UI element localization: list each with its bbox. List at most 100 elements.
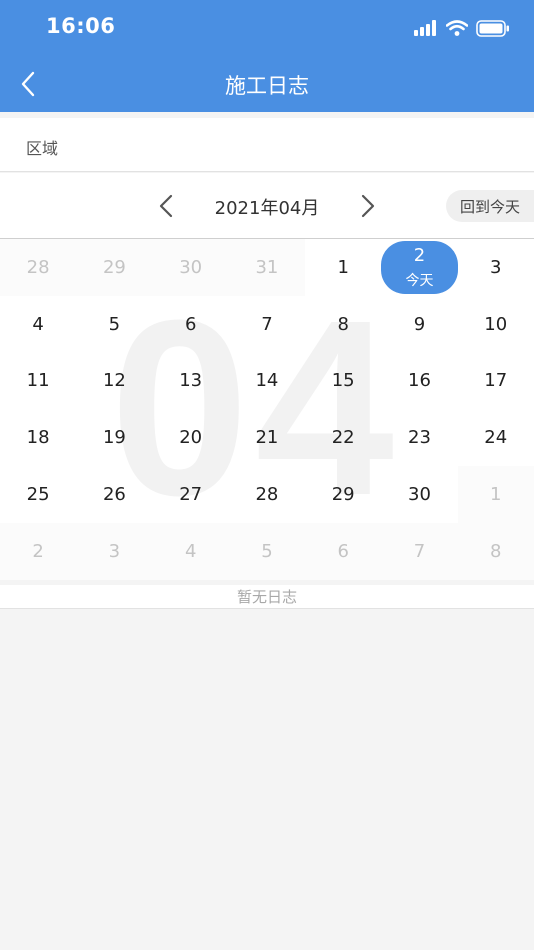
day-number: 3 — [490, 256, 502, 278]
region-label: 区域 — [26, 139, 59, 158]
calendar-day[interactable]: 26 — [76, 466, 152, 523]
day-number: 8 — [337, 313, 349, 335]
calendar-day[interactable]: 1 — [457, 466, 534, 523]
calendar-day[interactable]: 25 — [0, 466, 76, 523]
calendar-day[interactable]: 27 — [153, 466, 229, 523]
day-number: 28 — [255, 484, 279, 506]
next-month-button[interactable] — [354, 192, 382, 220]
day-number: 18 — [26, 427, 50, 449]
calendar-day[interactable]: 30 — [152, 239, 229, 296]
calendar-day[interactable]: 23 — [381, 409, 457, 466]
day-number: 5 — [108, 313, 121, 335]
calendar-day[interactable]: 14 — [229, 353, 305, 410]
day-number: 16 — [408, 370, 431, 392]
day-number: 8 — [490, 540, 502, 562]
today-label: 今天 — [405, 272, 434, 289]
signal-icon — [414, 20, 436, 36]
day-number: 23 — [408, 427, 431, 449]
day-number: 17 — [484, 370, 508, 392]
day-number: 11 — [26, 370, 50, 392]
day-number: 19 — [102, 427, 126, 449]
calendar-day[interactable]: 17 — [458, 353, 534, 410]
day-number: 26 — [102, 484, 126, 506]
calendar-day[interactable]: 15 — [305, 353, 381, 410]
calendar-day[interactable]: 18 — [0, 409, 76, 466]
calendar-day[interactable]: 7 — [229, 296, 305, 353]
day-number: 30 — [179, 256, 203, 278]
day-number: 4 — [32, 313, 44, 335]
calendar-day[interactable]: 5 — [228, 522, 306, 580]
battery-icon — [476, 19, 509, 37]
day-number: 6 — [184, 313, 197, 335]
calendar-day[interactable]: 6 — [305, 522, 382, 580]
calendar-day[interactable]: 29 — [76, 239, 153, 296]
day-number: 1 — [490, 484, 502, 506]
day-number: 14 — [255, 370, 279, 392]
day-number: 29 — [331, 484, 355, 506]
day-number: 7 — [261, 313, 273, 335]
chevron-right-icon — [361, 194, 375, 218]
calendar-day[interactable]: 28 — [0, 239, 77, 296]
day-number: 31 — [255, 256, 279, 278]
calendar-day[interactable]: 20 — [153, 409, 229, 466]
status-time: 16:06 — [46, 14, 116, 38]
calendar-day[interactable]: 1 — [305, 239, 381, 296]
calendar-day[interactable]: 4 — [0, 296, 76, 353]
calendar-day[interactable]: 12 — [76, 353, 152, 410]
day-number: 10 — [484, 313, 508, 335]
day-number: 15 — [331, 370, 355, 392]
day-number: 30 — [408, 484, 431, 506]
calendar-day[interactable]: 29 — [305, 466, 381, 523]
calendar-day[interactable]: 2 — [0, 522, 77, 580]
calendar-day[interactable]: 7 — [381, 522, 458, 580]
calendar-day[interactable]: 8 — [457, 522, 534, 580]
calendar-day[interactable]: 13 — [153, 353, 229, 410]
day-number: 4 — [184, 540, 197, 562]
day-number: 20 — [179, 427, 203, 449]
calendar-day[interactable]: 3 — [458, 239, 534, 296]
back-to-today-button[interactable]: 回到今天 — [446, 190, 534, 222]
status-bar: 16:06 — [0, 0, 534, 56]
day-number: 5 — [261, 540, 273, 562]
empty-log-message: 暂无日志 — [0, 585, 534, 609]
day-number: 25 — [26, 484, 50, 506]
day-number: 2 — [32, 540, 44, 562]
day-number: 3 — [108, 540, 121, 562]
calendar-day[interactable]: 31 — [228, 239, 306, 296]
day-number: 29 — [102, 256, 126, 278]
calendar-day[interactable]: 30 — [381, 466, 457, 523]
region-selector[interactable]: 区域 — [0, 118, 534, 172]
day-number: 12 — [102, 370, 126, 392]
calendar-grid: 04 28 29 30 31 1 2 今天 3 4 5 6 7 8 9 10 11 12 13 14 15 16 17 18… — [0, 239, 534, 580]
calendar-day[interactable]: 19 — [76, 409, 152, 466]
day-number: 28 — [26, 256, 50, 278]
calendar-day[interactable]: 9 — [381, 296, 457, 353]
day-number: 9 — [413, 313, 426, 335]
calendar-day[interactable]: 22 — [305, 409, 381, 466]
day-number: 27 — [179, 484, 203, 506]
day-number: 21 — [255, 427, 279, 449]
calendar-day[interactable]: 11 — [0, 353, 76, 410]
status-icons — [414, 16, 510, 40]
wifi-icon — [446, 20, 468, 36]
calendar-day[interactable]: 10 — [458, 296, 534, 353]
day-number: 13 — [179, 370, 203, 392]
calendar-day[interactable]: 5 — [76, 296, 152, 353]
calendar-day[interactable]: 6 — [153, 296, 229, 353]
calendar-days: 28 29 30 31 1 2 今天 3 4 5 6 7 8 9 10 11 12 13 14 15 16 17 18 19 2… — [0, 239, 534, 580]
prev-month-button[interactable] — [152, 192, 180, 220]
current-month-label: 2021年04月 — [214, 198, 320, 219]
month-bar: 2021年04月 回到今天 — [0, 173, 534, 239]
day-number: 2 — [413, 244, 426, 266]
calendar-day[interactable]: 28 — [229, 466, 305, 523]
calendar-day[interactable]: 21 — [229, 409, 305, 466]
calendar-day[interactable]: 3 — [76, 522, 153, 580]
calendar-day[interactable]: 24 — [458, 409, 534, 466]
calendar-day[interactable]: 8 — [305, 296, 381, 353]
day-number: 22 — [331, 427, 355, 449]
calendar-day[interactable]: 16 — [381, 353, 457, 410]
nav-bar: 施工日志 — [0, 56, 534, 112]
calendar-day[interactable]: 4 — [152, 522, 229, 580]
day-number: 1 — [337, 256, 349, 278]
calendar-day-today[interactable]: 2 今天 — [381, 239, 458, 296]
